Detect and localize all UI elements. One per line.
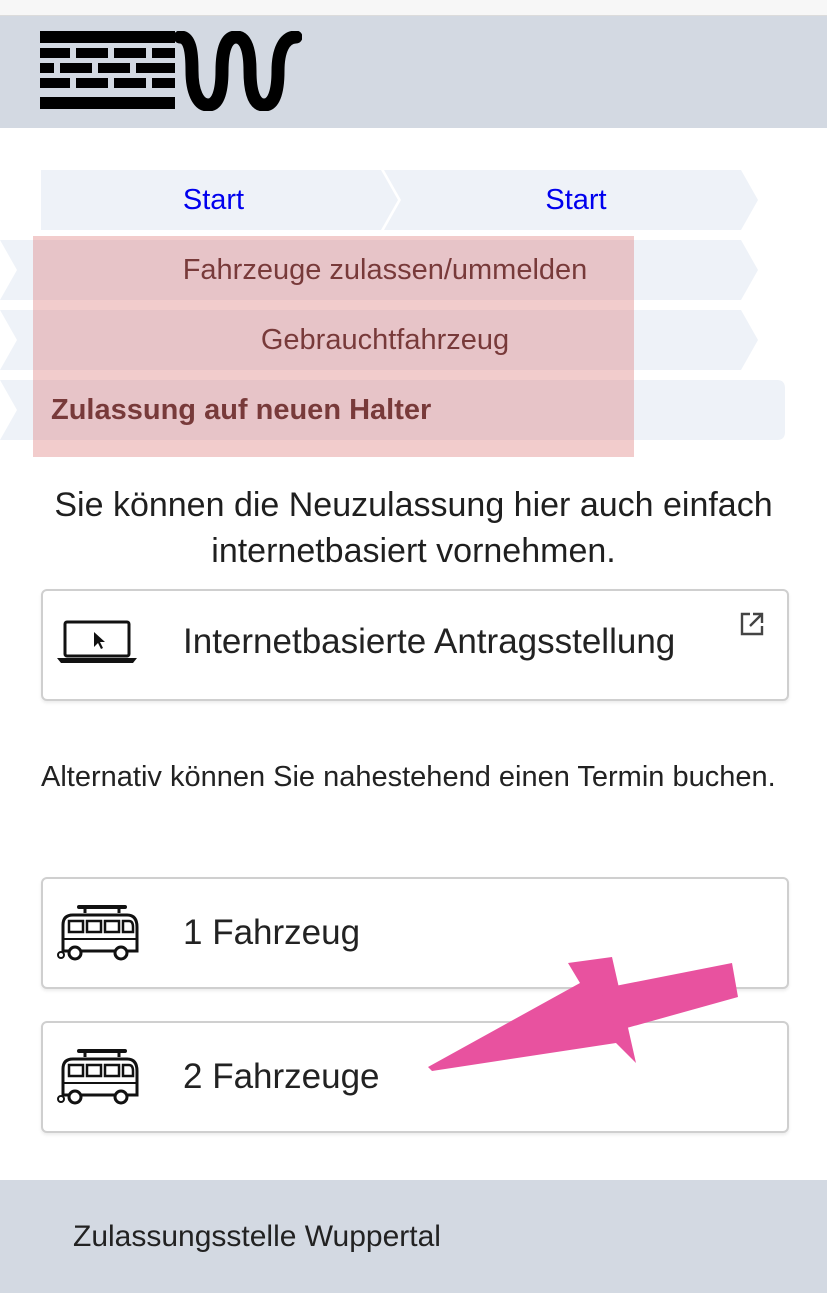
wuppertal-logo-icon[interactable] (40, 30, 303, 112)
breadcrumb-start-2[interactable]: Start (384, 170, 758, 230)
camper-van-icon (57, 1047, 141, 1112)
option-label: 2 Fahrzeuge (183, 1057, 380, 1096)
online-application-label: Internetbasierte Antragsstellung (183, 622, 676, 661)
highlight-overlay (33, 236, 634, 457)
annotation-arrow-icon (428, 957, 738, 1071)
online-application-button[interactable]: Internetbasierte Antragsstellung (41, 589, 789, 701)
footer-label: Zulassungsstelle Wuppertal (73, 1220, 441, 1253)
breadcrumb-start-1[interactable]: Start (41, 170, 398, 230)
option-label: 1 Fahrzeug (183, 913, 361, 952)
breadcrumb-label: Start (545, 184, 607, 216)
browser-top-strip (0, 0, 827, 16)
camper-van-icon (57, 903, 141, 968)
breadcrumb-label: Start (182, 184, 245, 216)
intro-text: Sie können die Neuzulassung hier auch ei… (54, 486, 773, 570)
alternative-text: Alternativ können Sie nahestehend einen … (41, 761, 776, 793)
external-link-icon (739, 611, 765, 642)
laptop-cursor-icon (57, 620, 137, 669)
